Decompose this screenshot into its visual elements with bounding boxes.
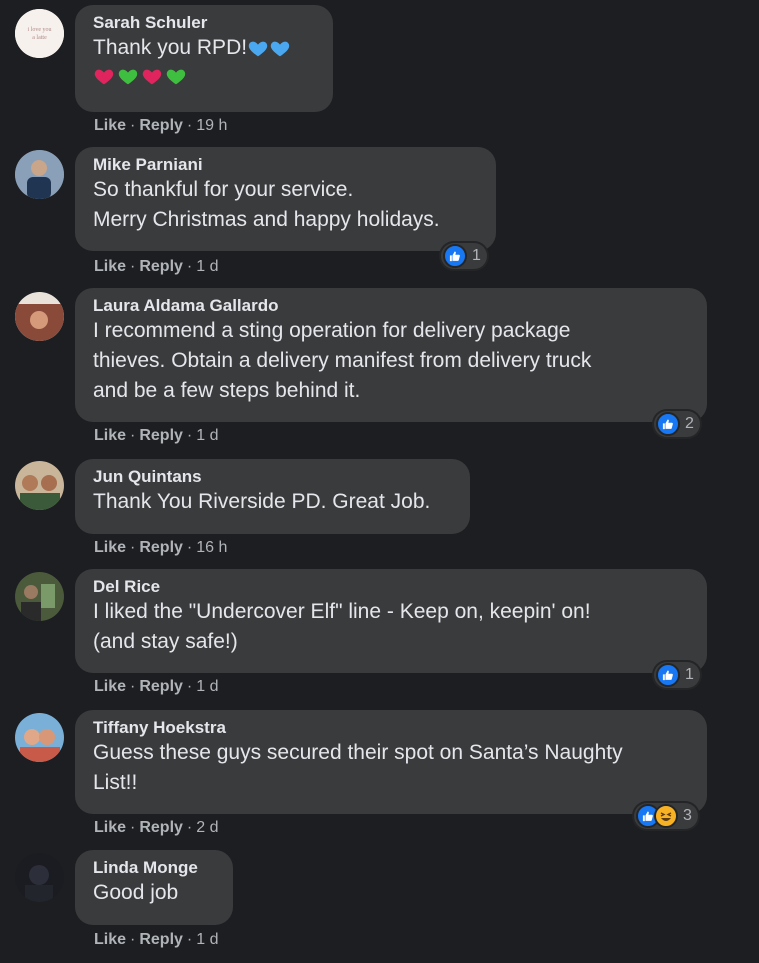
reply-link[interactable]: Reply bbox=[139, 258, 183, 276]
like-link[interactable]: Like bbox=[94, 258, 126, 276]
avatar[interactable] bbox=[15, 853, 64, 902]
comment-author[interactable]: Tiffany Hoekstra bbox=[93, 718, 689, 738]
like-reaction-icon bbox=[443, 244, 467, 268]
timestamp[interactable]: 1 d bbox=[196, 427, 218, 445]
comment-bubble: Linda Monge Good job bbox=[75, 850, 233, 925]
blue-heart-icon bbox=[270, 41, 290, 57]
comment-author[interactable]: Jun Quintans bbox=[93, 467, 452, 487]
comment-text: I recommend a sting operation for delive… bbox=[93, 319, 592, 402]
haha-reaction-icon bbox=[654, 804, 678, 828]
comment-author[interactable]: Sarah Schuler bbox=[93, 13, 315, 33]
timestamp[interactable]: 2 d bbox=[196, 819, 218, 837]
comment-text-content: Thank you RPD! bbox=[93, 36, 248, 59]
timestamp[interactable]: 1 d bbox=[196, 258, 218, 276]
reply-link[interactable]: Reply bbox=[139, 819, 183, 837]
comment-bubble: Jun Quintans Thank You Riverside PD. Gre… bbox=[75, 459, 470, 534]
timestamp[interactable]: 19 h bbox=[196, 117, 227, 135]
reply-link[interactable]: Reply bbox=[139, 678, 183, 696]
reply-link[interactable]: Reply bbox=[139, 931, 183, 949]
comment-author[interactable]: Del Rice bbox=[93, 577, 689, 597]
comment-actions: Like · Reply · 2 d bbox=[94, 819, 219, 837]
like-link[interactable]: Like bbox=[94, 117, 126, 135]
avatar-image bbox=[15, 150, 64, 199]
reply-link[interactable]: Reply bbox=[139, 539, 183, 557]
avatar[interactable] bbox=[15, 150, 64, 199]
reaction-summary[interactable]: 3 bbox=[634, 803, 698, 829]
reaction-summary[interactable]: 1 bbox=[441, 243, 487, 269]
comment-bubble: Del Rice I liked the "Undercover Elf" li… bbox=[75, 569, 707, 673]
reply-link[interactable]: Reply bbox=[139, 117, 183, 135]
avatar-image bbox=[15, 461, 64, 510]
like-link[interactable]: Like bbox=[94, 427, 126, 445]
comment-bubble: Laura Aldama Gallardo I recommend a stin… bbox=[75, 288, 707, 422]
like-link[interactable]: Like bbox=[94, 931, 126, 949]
avatar[interactable] bbox=[15, 292, 64, 341]
avatar-image bbox=[15, 853, 64, 902]
avatar[interactable] bbox=[15, 461, 64, 510]
comment-actions: Like · Reply · 1 d bbox=[94, 427, 219, 445]
svg-text:i love you: i love you bbox=[28, 27, 52, 33]
reaction-count: 1 bbox=[685, 666, 694, 683]
reaction-count: 2 bbox=[685, 415, 694, 432]
comment-text: So thankful for your service. Merry Chri… bbox=[93, 178, 440, 231]
avatar[interactable] bbox=[15, 572, 64, 621]
red-heart-icon bbox=[142, 69, 162, 85]
like-reaction-icon bbox=[656, 412, 680, 436]
comment-bubble: Sarah Schuler Thank you RPD! bbox=[75, 5, 333, 112]
comment-bubble: Tiffany Hoekstra Guess these guys secure… bbox=[75, 710, 707, 814]
avatar-image bbox=[15, 572, 64, 621]
like-link[interactable]: Like bbox=[94, 678, 126, 696]
green-heart-icon bbox=[118, 69, 138, 85]
comment-author[interactable]: Laura Aldama Gallardo bbox=[93, 296, 689, 316]
red-heart-icon bbox=[94, 69, 114, 85]
timestamp[interactable]: 16 h bbox=[196, 539, 227, 557]
like-link[interactable]: Like bbox=[94, 819, 126, 837]
blue-heart-icon bbox=[248, 41, 268, 57]
avatar-image bbox=[15, 713, 64, 762]
reaction-summary[interactable]: 2 bbox=[654, 411, 700, 437]
comment-actions: Like · Reply · 1 d bbox=[94, 678, 219, 696]
emoji-line bbox=[93, 63, 315, 87]
avatar-image bbox=[15, 292, 64, 341]
reply-link[interactable]: Reply bbox=[139, 427, 183, 445]
reaction-summary[interactable]: 1 bbox=[654, 662, 700, 688]
svg-text:a latte: a latte bbox=[32, 35, 47, 41]
comment-actions: Like · Reply · 19 h bbox=[94, 117, 228, 135]
comment-bubble: Mike Parniani So thankful for your servi… bbox=[75, 147, 496, 251]
avatar[interactable]: i love you a latte bbox=[15, 9, 64, 58]
avatar[interactable] bbox=[15, 713, 64, 762]
like-link[interactable]: Like bbox=[94, 539, 126, 557]
like-reaction-icon bbox=[656, 663, 680, 687]
comment-actions: Like · Reply · 1 d bbox=[94, 931, 219, 949]
green-heart-icon bbox=[166, 69, 186, 85]
comment-text: Thank You Riverside PD. Great Job. bbox=[93, 490, 431, 513]
reaction-count: 3 bbox=[683, 807, 692, 824]
comment-text: I liked the "Undercover Elf" line - Keep… bbox=[93, 600, 591, 653]
comment-text: Thank you RPD! bbox=[93, 33, 315, 63]
comment-author[interactable]: Mike Parniani bbox=[93, 155, 478, 175]
timestamp[interactable]: 1 d bbox=[196, 678, 218, 696]
comment-text: Guess these guys secured their spot on S… bbox=[93, 741, 623, 794]
avatar-image: i love you a latte bbox=[15, 9, 64, 58]
comment-actions: Like · Reply · 1 d bbox=[94, 258, 219, 276]
comment-actions: Like · Reply · 16 h bbox=[94, 539, 228, 557]
comment-text: Good job bbox=[93, 881, 179, 904]
comment-author[interactable]: Linda Monge bbox=[93, 858, 215, 878]
timestamp[interactable]: 1 d bbox=[196, 931, 218, 949]
reaction-count: 1 bbox=[472, 247, 481, 264]
